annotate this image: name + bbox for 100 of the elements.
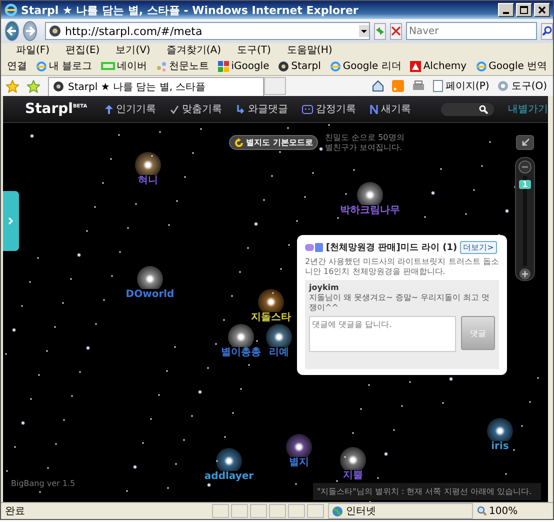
security-zone: 인터넷 [328,503,473,519]
close-icon [538,6,546,14]
chevron-right-icon [8,217,14,225]
favorite-link[interactable]: Google 번역 [476,59,548,73]
post-body: 2년간 사용했던 미드사의 라이트브릿지 트러스트 돕소니안 16인치 천체망원경을 판매합니다. [305,257,499,277]
collapse-button[interactable] [516,135,534,150]
star-name[interactable]: iris [491,441,509,452]
page-icon [433,80,444,92]
bar-icon [101,62,116,70]
status-pane [288,504,305,518]
globe-icon [49,25,61,37]
search-icon [542,26,552,36]
site-search-field[interactable] [441,102,494,116]
location-note: "지돌스타"님의 별위치 : 현재 서쪽 지평선 아래에 있습니다. [313,483,541,500]
up-arrow-icon [105,104,114,114]
status-pane [250,504,267,518]
side-panel-toggle[interactable] [3,191,19,251]
browser-tab[interactable]: Starpl ★ 나를 담는 별, 스타플 [48,76,264,96]
status-text: 완료 [5,505,26,518]
my-star-link[interactable]: 내별가기 [508,102,548,116]
nav-link[interactable]: 와글댓글 [236,102,288,116]
add-favorite-icon[interactable] [27,80,40,92]
magnifier-icon [477,506,487,516]
favorite-link[interactable]: 네이버 [101,59,148,73]
star-name[interactable]: 리예 [269,347,289,358]
triangle-logo-icon [410,60,422,72]
star-name[interactable]: 박하크림나무 [340,205,400,216]
address-field[interactable]: http://starpl.com/#/meta [45,22,370,40]
globe-icon [332,506,343,516]
menu-item[interactable]: 파일(F) [16,43,50,57]
menu-item[interactable]: 도움말(H) [286,43,332,57]
menu-item[interactable]: 도구(T) [237,43,271,57]
url-text: http://starpl.com/#/meta [65,24,204,38]
stop-button[interactable] [390,22,402,40]
gear-icon [497,80,510,92]
minus-icon[interactable] [518,160,532,174]
star-name[interactable]: 별지 [289,457,309,468]
star-name[interactable]: 지뿔 [343,470,363,481]
post-title[interactable]: [천체망원경 판매]미드 라이 (1) [326,241,458,254]
nav-link[interactable]: 감정기록 [302,102,356,116]
plus-icon[interactable] [519,268,531,280]
turn-arrow-icon [236,104,246,114]
browser-logo-icon [476,60,487,72]
beta-label: BETA [72,103,88,110]
home-icon[interactable] [372,80,384,92]
forward-button[interactable] [23,21,37,41]
globe-icon [53,81,64,92]
refresh-button[interactable] [374,22,386,40]
star-name[interactable]: 별이총총 [221,347,261,358]
reply-field[interactable]: 댓글에 댓글을 답니다. [309,316,456,352]
dots-icon [156,60,168,72]
comment-author: joykim [309,283,340,292]
refresh-icon [375,26,385,36]
basic-mode-button[interactable]: 별지도 기본모드로 [229,135,318,150]
minimize-button[interactable] [498,3,514,17]
speech-box-icon [302,104,314,114]
status-pane [307,504,324,518]
menu-item[interactable]: 편집(E) [66,43,100,57]
links-label: 연결 [7,60,27,73]
star-name[interactable]: 지돌스타 [251,312,291,323]
search-button[interactable] [541,22,553,40]
command-menu[interactable]: 페이지(P) [433,79,490,93]
speech-bubble-icon [305,242,323,252]
search-icon [479,104,488,114]
more-button[interactable]: 더보기> [460,241,497,254]
diagonal-arrow-icon [520,138,530,147]
letter-n-icon [370,104,378,114]
star-name[interactable]: DOworld [126,289,174,300]
nav-link[interactable]: 새기록 [370,102,412,116]
close-button[interactable] [534,3,550,17]
favorite-link[interactable]: 천문노트 [156,59,210,73]
star-name[interactable]: 혀니 [138,175,158,186]
nav-link[interactable]: 인기기록 [105,102,156,116]
back-button[interactable] [5,21,19,41]
printer-icon[interactable] [412,80,426,92]
check-icon [170,104,180,114]
favorite-link[interactable]: Starpl [278,60,321,72]
menu-item[interactable]: 즐겨찾기(A) [166,43,221,57]
favorite-link[interactable]: Google 리더 [330,59,402,73]
nav-link[interactable]: 맞춤기록 [170,102,222,116]
dropdown-icon[interactable] [359,25,369,37]
favorite-link[interactable]: 내 블로그 [36,59,92,73]
tiles-icon [218,60,230,72]
zoom-level[interactable]: 100% [477,506,537,516]
site-logo[interactable]: Starpl$^{BETA}$ [25,101,88,117]
search-field[interactable]: Naver [406,22,537,40]
favorite-link[interactable]: iGoogle [218,60,270,72]
browser-logo-icon [36,60,47,72]
comment-text: 지돌님이 왜 못생겨요~ 증말~ 우리지돌이 최고 멋쟁이^^ [309,293,491,313]
menu-item[interactable]: 보기(V) [116,43,150,57]
favorite-link[interactable]: Alchemy [410,60,467,72]
maximize-button[interactable] [516,3,532,17]
star-icon[interactable] [6,80,19,92]
command-menu[interactable]: 도구(O) [497,79,547,93]
refresh-icon [234,138,244,148]
version-label: BigBang ver 1.5 [11,479,76,488]
back-arrow-icon [6,25,18,37]
maximize-icon [520,6,528,14]
star-name[interactable]: addlayer [204,471,254,482]
window-title: Starpl ★ 나를 담는 별, 스타플 - Windows Internet Explorer [21,2,360,18]
